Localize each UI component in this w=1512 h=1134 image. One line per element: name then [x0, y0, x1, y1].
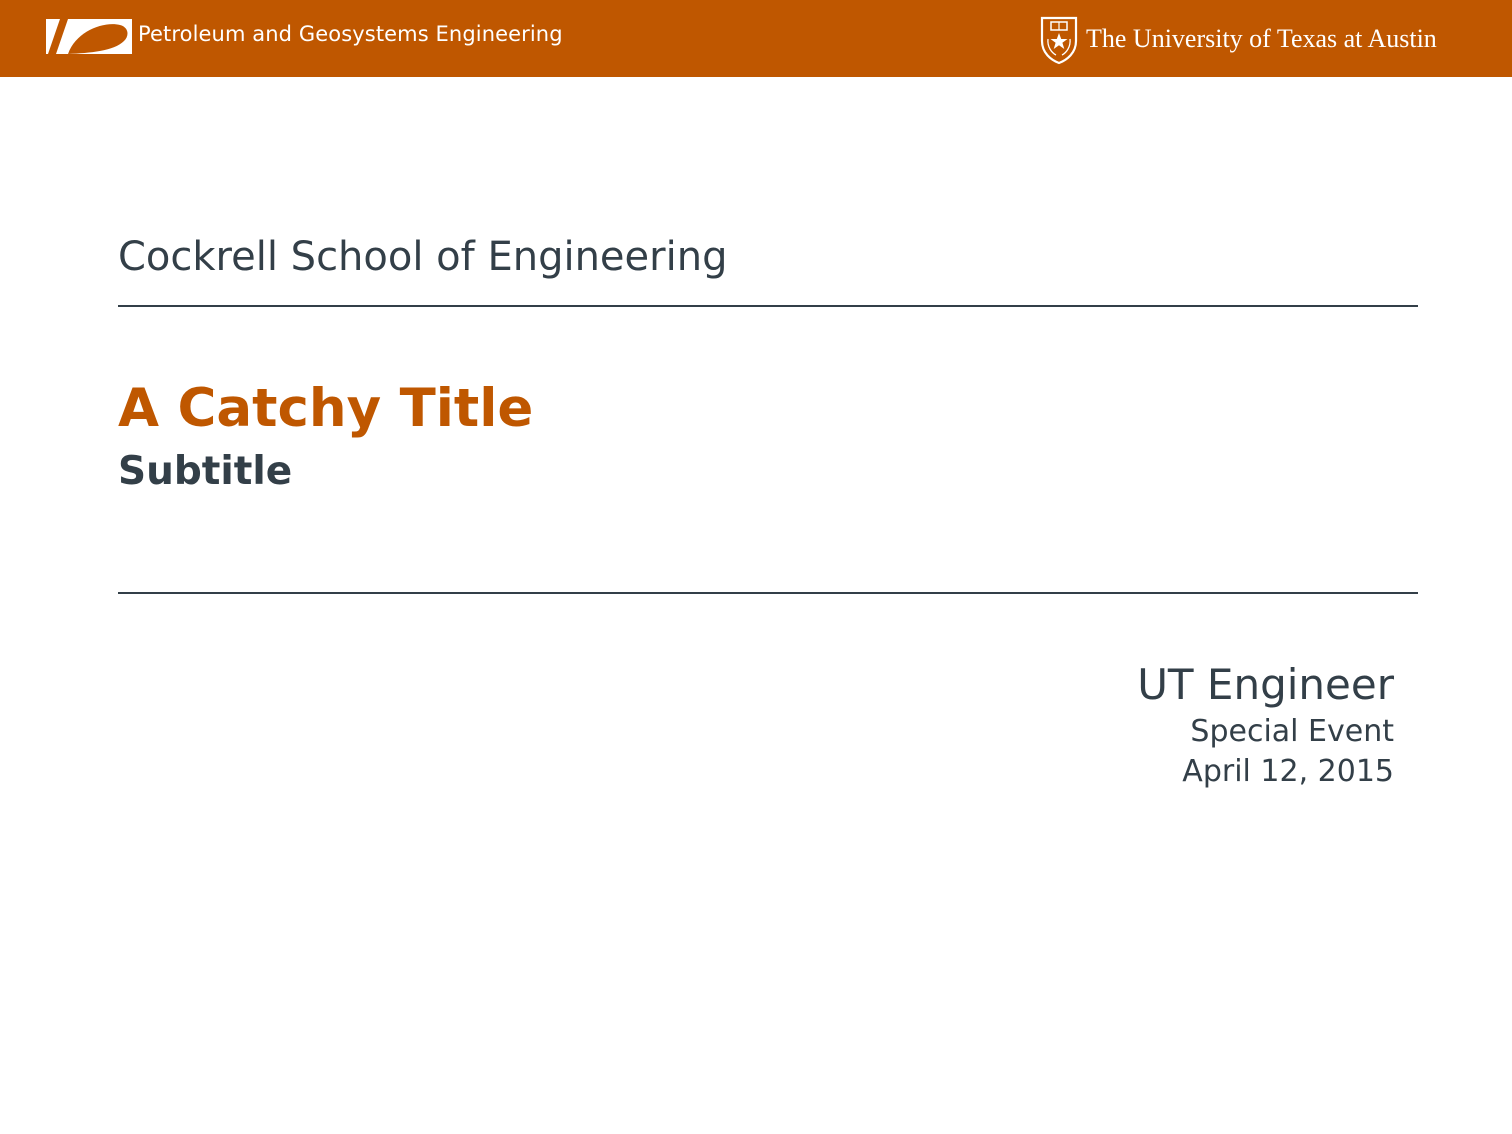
event-name: Special Event — [1190, 714, 1394, 749]
school-name: Cockrell School of Engineering — [118, 234, 728, 280]
author-block: UT Engineer Special Event April 12, 2015 — [1137, 658, 1394, 792]
bottom-divider — [118, 592, 1418, 594]
slide-title: A Catchy Title — [118, 378, 534, 439]
header-bar: Petroleum and Geosystems Engineering The… — [0, 0, 1512, 77]
top-divider — [118, 305, 1418, 307]
university-name: The University of Texas at Austin — [1086, 24, 1437, 53]
slide-subtitle: Subtitle — [118, 449, 293, 494]
event-date: April 12, 2015 — [1182, 754, 1394, 789]
pge-logo-icon — [46, 19, 132, 54]
author-name: UT Engineer — [1137, 660, 1394, 709]
ut-seal-icon — [1040, 16, 1078, 65]
department-name: Petroleum and Geosystems Engineering — [138, 22, 563, 46]
